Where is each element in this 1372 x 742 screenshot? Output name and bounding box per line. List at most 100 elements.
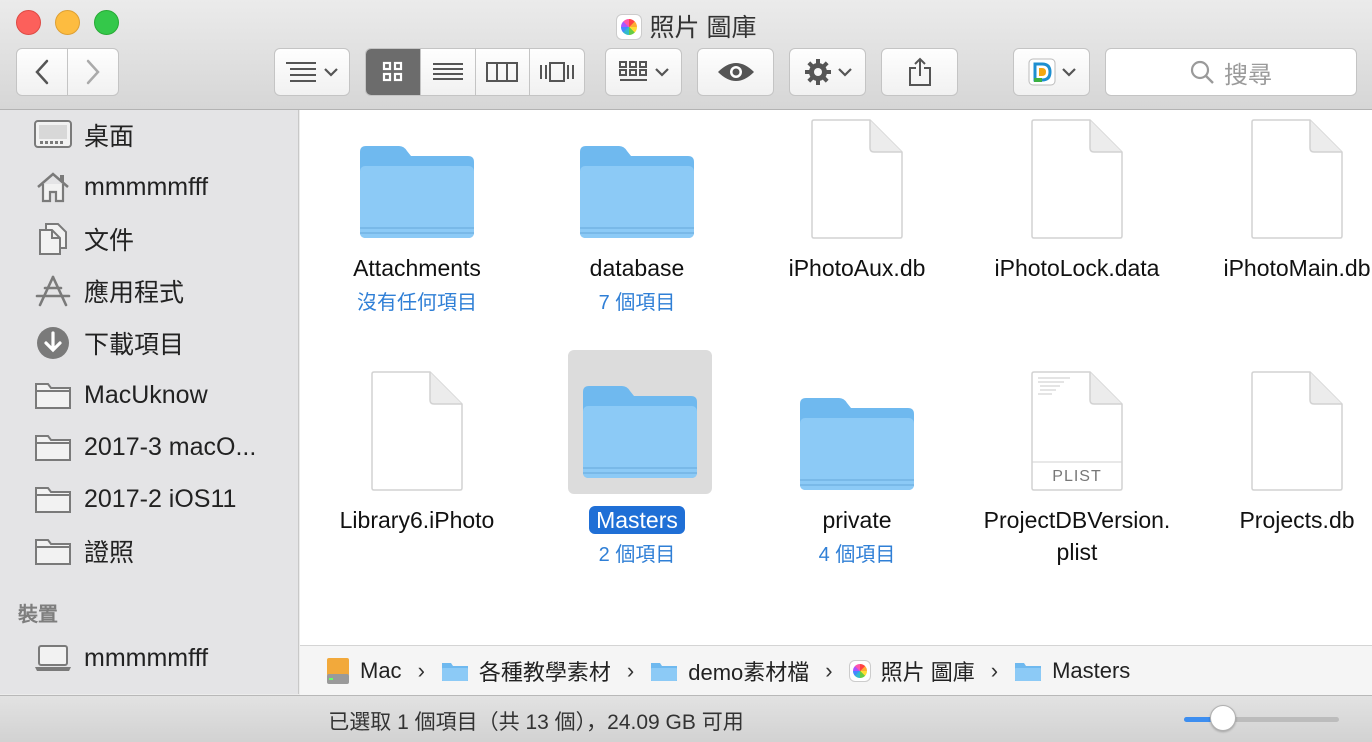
file-name: Attachments: [353, 255, 481, 281]
folder-icon: [34, 378, 72, 412]
file-item-count: 2 個項目: [598, 544, 676, 566]
action-button[interactable]: [789, 48, 866, 96]
sidebar-item-downloads[interactable]: 下載項目: [34, 323, 184, 363]
path-crumb-label: 各種教學素材: [478, 659, 611, 685]
sidebar-item-documents[interactable]: 文件: [34, 219, 134, 259]
coverflow-view-button[interactable]: [529, 49, 584, 95]
file-item-private[interactable]: private 4 個項目: [752, 362, 962, 592]
document-icon: [1237, 362, 1357, 492]
grid-icon: [382, 61, 402, 82]
path-crumb-materials[interactable]: 各種教學素材: [441, 655, 611, 687]
folder-icon: [34, 482, 72, 516]
file-name: private: [822, 507, 892, 533]
search-placeholder: 搜尋: [1224, 61, 1272, 89]
documents-icon: [34, 222, 72, 256]
sidebar-item-certificates[interactable]: 證照: [34, 531, 134, 571]
share-icon: [908, 57, 931, 86]
folder-icon: [34, 430, 72, 464]
sidebar-item-label: 2017-2 iOS11: [84, 484, 237, 513]
list-view-button[interactable]: [419, 49, 475, 95]
gear-icon: [804, 59, 831, 85]
file-name: Masters: [532, 504, 742, 536]
group-button[interactable]: [605, 48, 682, 96]
search-icon: [1190, 60, 1214, 84]
chevron-down-icon: [654, 68, 669, 77]
file-item-attachments[interactable]: Attachments 沒有任何項目: [312, 110, 522, 340]
chevron-down-icon: [837, 68, 852, 77]
icon-size-slider-knob[interactable]: [1209, 705, 1236, 731]
path-crumb-photos-library[interactable]: 照片 圖庫: [848, 655, 975, 687]
file-item-database[interactable]: database 7 個項目: [532, 110, 742, 340]
app-extension-icon: [1028, 58, 1055, 86]
sidebar-item-label: 下載項目: [84, 331, 185, 359]
arrange-button[interactable]: [274, 48, 350, 96]
downloads-icon: [34, 326, 72, 360]
column-view-button[interactable]: [474, 49, 530, 95]
file-name: iPhotoAux.db: [788, 255, 926, 281]
window-toolbar: 照片 圖庫 搜尋: [0, 0, 1372, 110]
file-item-iphotolock[interactable]: iPhotoLock.data: [972, 110, 1182, 340]
plist-badge: PLIST: [1052, 468, 1102, 485]
file-item-iphotoaux[interactable]: iPhotoAux.db: [752, 110, 962, 340]
sidebar: 桌面 mmmmmfff 文件 應用程式 下載項目 MacUknow 2017-3…: [0, 110, 299, 694]
sidebar-item-applications[interactable]: 應用程式: [34, 271, 184, 311]
window-title-text: 照片 圖庫: [649, 14, 757, 42]
folder-icon: [577, 110, 697, 240]
chevron-right-icon: [86, 59, 100, 85]
icon-view-button[interactable]: [366, 49, 420, 95]
file-item-count: 沒有任何項目: [357, 292, 477, 314]
file-name: ProjectDBVersion.: [983, 507, 1171, 533]
folder-icon: [651, 662, 678, 681]
sidebar-item-desktop[interactable]: 桌面: [34, 115, 134, 155]
sidebar-item-label: 2017-3 macO...: [84, 432, 257, 461]
icon-size-slider[interactable]: [1184, 717, 1339, 722]
list-icon: [432, 63, 463, 80]
sidebar-item-2017-2-ios11[interactable]: 2017-2 iOS11: [34, 479, 236, 519]
share-button[interactable]: [881, 48, 958, 96]
laptop-icon: [34, 641, 72, 675]
path-crumb-mac[interactable]: Mac: [326, 657, 402, 685]
file-icon-grid: Attachments 沒有任何項目 database 7 個項目 iPhoto…: [300, 110, 1372, 645]
sidebar-section-devices: 裝置: [18, 604, 58, 626]
file-name: Library6.iPhoto: [339, 507, 495, 533]
chevron-down-icon: [324, 68, 338, 77]
sidebar-item-label: 證照: [84, 539, 135, 567]
path-crumb-label: Masters: [1052, 657, 1131, 683]
sidebar-item-2017-3-macos[interactable]: 2017-3 macO...: [34, 427, 256, 467]
chevron-down-icon: [1061, 68, 1076, 77]
sidebar-item-macuknow[interactable]: MacUknow: [34, 375, 208, 415]
sidebar-item-home[interactable]: mmmmmfff: [34, 167, 208, 207]
search-field[interactable]: 搜尋: [1105, 48, 1357, 96]
sidebar-item-label: 應用程式: [84, 279, 185, 307]
desktop-icon: [34, 118, 72, 152]
file-item-masters[interactable]: Masters 2 個項目: [532, 350, 742, 592]
document-icon: [797, 110, 917, 240]
path-separator-icon: ›: [626, 657, 635, 683]
group-icon: [618, 61, 647, 81]
back-button[interactable]: [16, 48, 68, 96]
status-text: 已選取 1 個項目（共 13 個），24.09 GB 可用: [328, 711, 744, 734]
folder-icon: [34, 534, 72, 568]
path-crumb-label: 照片 圖庫: [880, 659, 975, 685]
forward-button[interactable]: [67, 48, 119, 96]
chevron-left-icon: [35, 59, 49, 85]
file-item-projectdbversion[interactable]: PLIST ProjectDBVersion. plist: [972, 362, 1182, 592]
sidebar-item-device-mac[interactable]: mmmmmfff: [34, 638, 208, 678]
file-item-projects[interactable]: Projects.db: [1192, 362, 1372, 592]
folder-icon: [797, 362, 917, 492]
selected-file-name: Masters: [589, 506, 685, 534]
photos-library-icon: [615, 14, 642, 40]
folder-icon: [1015, 662, 1042, 681]
file-item-library6[interactable]: Library6.iPhoto: [312, 362, 522, 592]
quick-look-button[interactable]: [697, 48, 774, 96]
view-mode-segmented-control: [365, 48, 585, 96]
app-extension-button[interactable]: [1013, 48, 1090, 96]
sidebar-item-label: 文件: [84, 227, 135, 255]
home-icon: [34, 170, 72, 204]
file-item-iphotomain[interactable]: iPhotoMain.db: [1192, 110, 1372, 340]
path-crumb-demo[interactable]: demo素材檔: [650, 655, 809, 687]
file-name: database: [589, 255, 685, 281]
path-crumb-masters[interactable]: Masters: [1014, 658, 1130, 684]
document-icon: [1237, 110, 1357, 240]
path-crumb-label: Mac: [360, 657, 402, 683]
